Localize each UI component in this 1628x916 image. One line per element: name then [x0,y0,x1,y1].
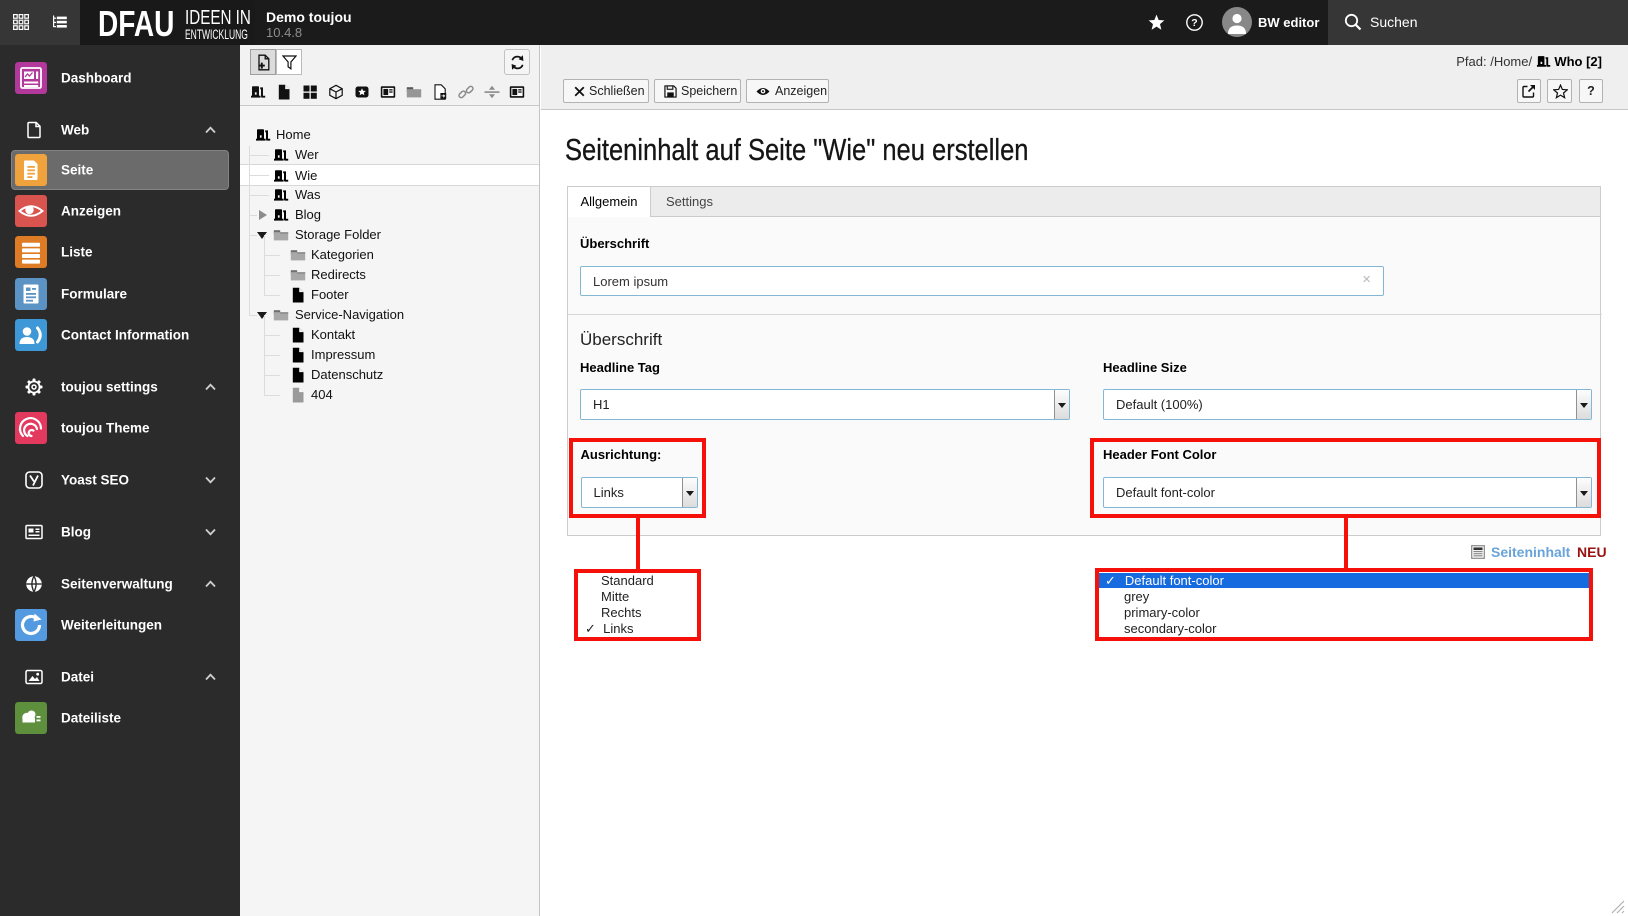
svg-text:?: ? [1191,17,1197,29]
